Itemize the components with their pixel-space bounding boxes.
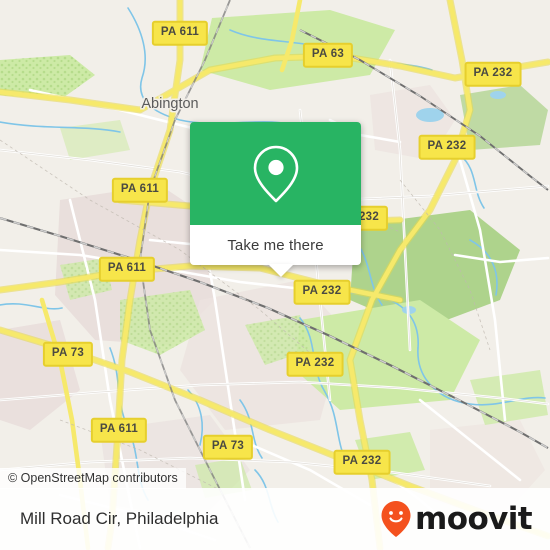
map-pin-icon xyxy=(253,145,298,202)
osm-attribution[interactable]: © OpenStreetMap contributors xyxy=(0,468,186,489)
road-shield-pa611-south[interactable]: PA 611 xyxy=(90,417,148,443)
road-shield-pa611-mid[interactable]: PA 611 xyxy=(111,177,169,203)
moovit-pin-smile-icon xyxy=(381,501,411,537)
moovit-logo[interactable]: moovit xyxy=(380,500,533,538)
road-shield-pa73-west[interactable]: PA 73 xyxy=(42,341,94,367)
road-shield-pa232-south[interactable]: PA 232 xyxy=(286,351,344,377)
popup-pointer-tail xyxy=(268,264,294,277)
map-screen: Abington PA 611 PA 63 PA 232 PA 232 PA 6… xyxy=(0,0,550,550)
road-shield-pa611-north[interactable]: PA 611 xyxy=(151,20,209,46)
road-shield-pa611-lower[interactable]: PA 611 xyxy=(98,256,156,282)
road-shield-pa232-ne[interactable]: PA 232 xyxy=(464,61,522,87)
popup-icon-area xyxy=(190,122,361,225)
popup-action-area[interactable]: Take me there xyxy=(190,225,361,277)
destination-popup-card[interactable]: Take me there xyxy=(190,122,361,277)
road-shield-pa73-south[interactable]: PA 73 xyxy=(202,434,254,460)
footer-bar: Mill Road Cir, Philadelphia moovit xyxy=(0,488,550,550)
road-shield-pa232-center[interactable]: PA 232 xyxy=(293,279,351,305)
moovit-wordmark: moovit xyxy=(415,500,533,537)
road-shield-pa232-east[interactable]: PA 232 xyxy=(418,134,476,160)
location-title: Mill Road Cir, Philadelphia xyxy=(20,509,219,528)
road-shield-pa63[interactable]: PA 63 xyxy=(302,42,354,68)
take-me-there-label: Take me there xyxy=(227,236,324,254)
road-shield-pa232-se[interactable]: PA 232 xyxy=(333,449,391,475)
